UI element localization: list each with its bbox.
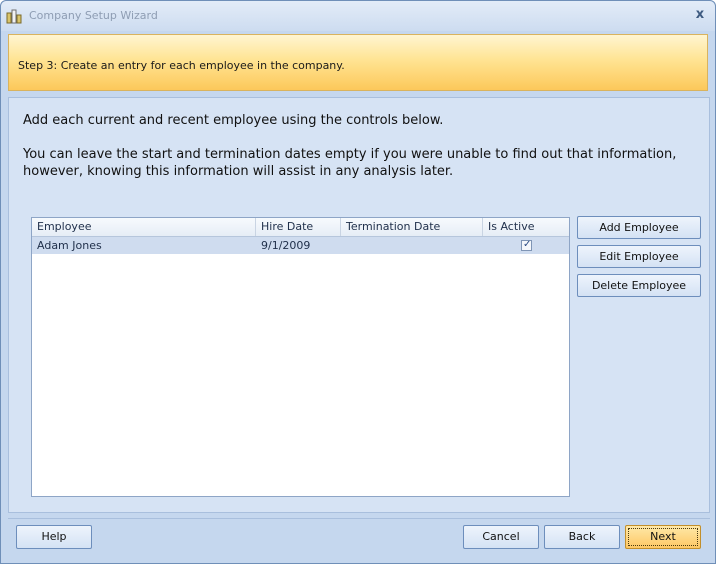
step-banner: Step 3: Create an entry for each employe…	[8, 34, 708, 91]
employee-grid[interactable]: Employee Hire Date Termination Date Is A…	[31, 217, 570, 497]
intro-text: Add each current and recent employee usi…	[23, 112, 693, 180]
intro-line-2: You can leave the start and termination …	[23, 147, 677, 179]
column-header-is-active[interactable]: Is Active	[483, 218, 569, 236]
edit-employee-button[interactable]: Edit Employee	[577, 245, 701, 268]
window-title: Company Setup Wizard	[29, 9, 158, 22]
cell-termination-date	[341, 237, 483, 254]
cell-employee: Adam Jones	[37, 239, 102, 252]
help-button[interactable]: Help	[16, 525, 92, 549]
table-row[interactable]: Adam Jones 9/1/2009 ✓	[32, 237, 569, 254]
back-button[interactable]: Back	[544, 525, 620, 549]
checkmark-icon: ✓	[523, 239, 532, 250]
wizard-window: Company Setup Wizard x Step 3: Create an…	[0, 0, 716, 564]
close-icon[interactable]: x	[693, 7, 707, 23]
content-panel: Add each current and recent employee usi…	[8, 97, 710, 513]
next-button[interactable]: Next	[625, 525, 701, 549]
focus-rectangle	[628, 528, 698, 546]
intro-line-1: Add each current and recent employee usi…	[23, 113, 444, 128]
column-header-hire-date[interactable]: Hire Date	[256, 218, 341, 236]
column-header-termination-date[interactable]: Termination Date	[341, 218, 483, 236]
title-bar: Company Setup Wizard x	[1, 1, 715, 31]
is-active-checkbox[interactable]: ✓	[521, 239, 532, 251]
wizard-app-icon	[6, 9, 22, 24]
column-header-employee[interactable]: Employee	[32, 218, 256, 236]
grid-header: Employee Hire Date Termination Date Is A…	[32, 218, 569, 237]
add-employee-button[interactable]: Add Employee	[577, 216, 701, 239]
cancel-button[interactable]: Cancel	[463, 525, 539, 549]
cell-hire-date: 9/1/2009	[261, 239, 311, 252]
delete-employee-button[interactable]: Delete Employee	[577, 274, 701, 297]
step-instruction: Step 3: Create an entry for each employe…	[18, 59, 345, 72]
